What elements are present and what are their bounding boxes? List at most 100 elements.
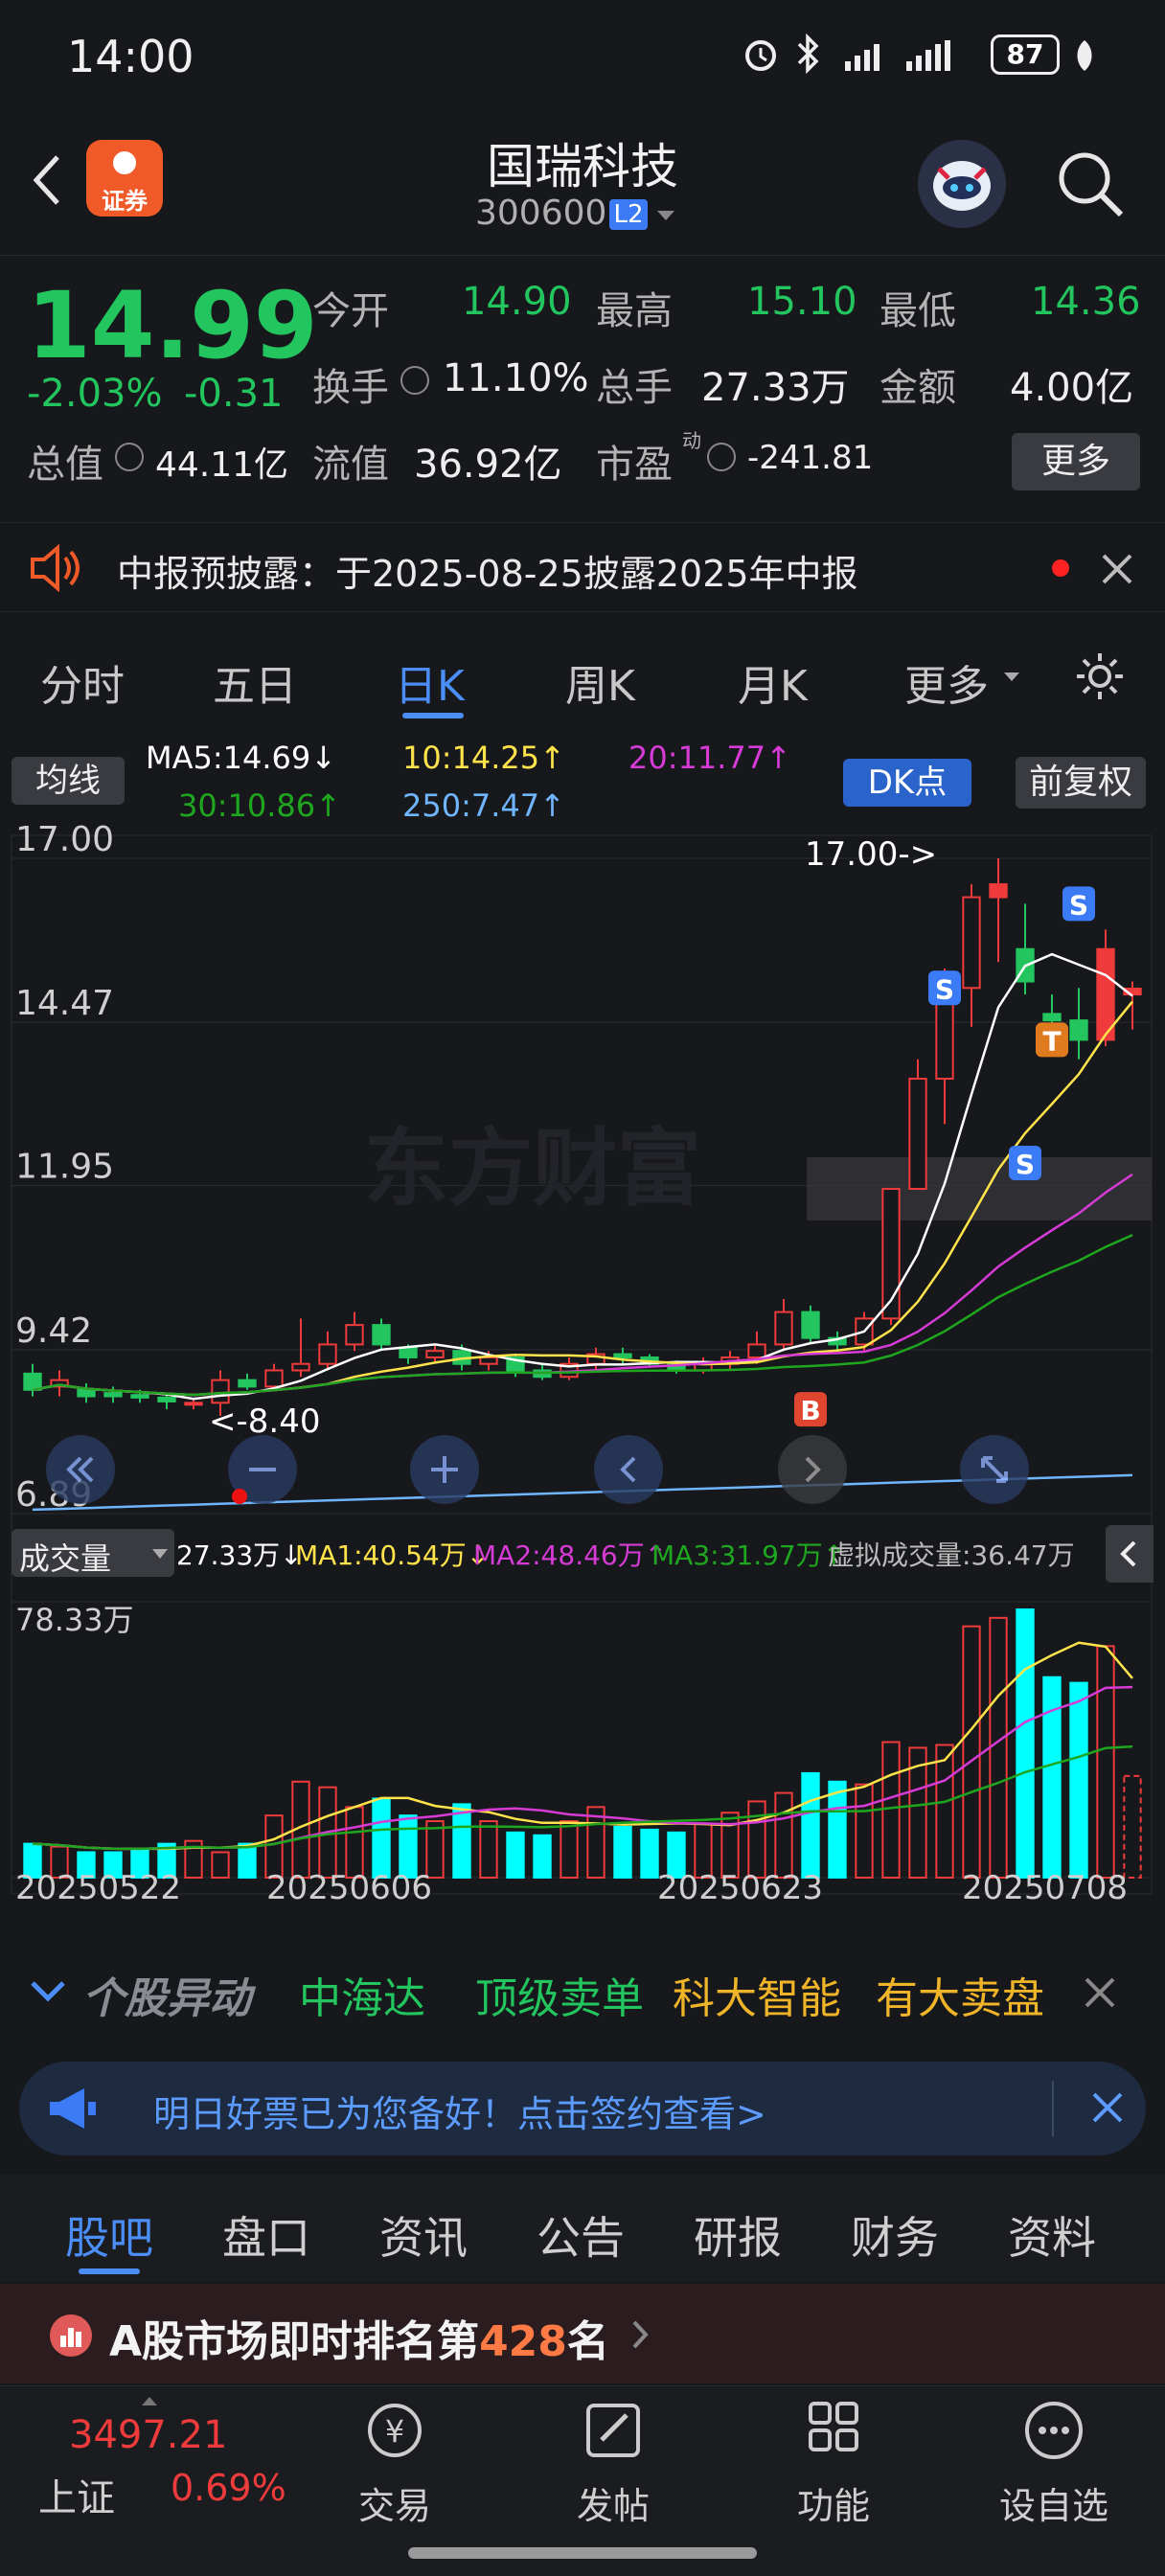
nav-add-watchlist[interactable]: 设自选 bbox=[996, 2476, 1111, 2529]
subtab-profile[interactable]: 资料 bbox=[1008, 2203, 1096, 2267]
virtual-volume-legend: 虚拟成交量:36.47万 bbox=[828, 1539, 1075, 1571]
subtab-orderbook[interactable]: 盘口 bbox=[222, 2203, 310, 2267]
low-price-annotation: <-8.40 bbox=[209, 1402, 321, 1441]
notice-bar[interactable]: 中报预披露：于2025-08-25披露2025年中报 bbox=[0, 522, 1165, 612]
more-dots-icon[interactable] bbox=[1016, 2396, 1092, 2463]
volume-bar bbox=[533, 1834, 552, 1879]
ma20-legend: 20:11.77↑ bbox=[628, 740, 791, 776]
bottom-bar: 3497.21 上证 0.69% ¥ 交易 发帖 功能 设自选 bbox=[0, 2385, 1165, 2576]
info-icon[interactable] bbox=[115, 443, 144, 471]
current-price: 14.99 bbox=[27, 272, 318, 379]
nav-post[interactable]: 发帖 bbox=[575, 2476, 651, 2529]
megaphone-icon bbox=[46, 2085, 100, 2132]
status-bar: 14:00 87 bbox=[0, 0, 1165, 113]
promo-banner[interactable]: 明日好票已为您备好！点击签约查看> bbox=[19, 2062, 1146, 2155]
tab-five-day[interactable]: 五日 bbox=[213, 651, 297, 713]
more-button[interactable]: 更多 bbox=[1012, 433, 1140, 490]
volume-bar bbox=[774, 1791, 793, 1879]
chevron-down-icon[interactable] bbox=[29, 1977, 67, 2006]
fullscreen-icon[interactable] bbox=[960, 1435, 1029, 1504]
home-indicator bbox=[408, 2547, 757, 2559]
k-line-chart[interactable]: 东方财富 17.0014.4711.959.426.89 SSSTB 20250… bbox=[0, 824, 1165, 1906]
volume-bar bbox=[881, 1741, 901, 1879]
nav-trade[interactable]: 交易 bbox=[356, 2476, 433, 2529]
subtab-forum[interactable]: 股吧 bbox=[65, 2203, 153, 2267]
candle-body bbox=[211, 1379, 230, 1404]
svg-text:¥: ¥ bbox=[385, 2413, 404, 2450]
index-change[interactable]: 0.69% bbox=[171, 2467, 286, 2509]
dropdown-icon bbox=[1002, 667, 1021, 686]
event-dot bbox=[232, 1489, 247, 1504]
volume-bar bbox=[828, 1780, 847, 1880]
volume-bar bbox=[801, 1771, 820, 1880]
subtab-news[interactable]: 资讯 bbox=[379, 2203, 468, 2267]
low-label: 最低 bbox=[879, 289, 956, 333]
volume-bar bbox=[962, 1625, 981, 1879]
collapse-panel-icon[interactable] bbox=[1106, 1525, 1154, 1583]
volume-bar bbox=[452, 1803, 471, 1879]
period-tabs: 分时 五日 日K 周K 月K 更多 bbox=[0, 613, 1165, 728]
scroll-left-icon[interactable] bbox=[594, 1435, 663, 1504]
vol-ma3-legend: MA3:31.97万↑ bbox=[651, 1539, 846, 1571]
trade-icon[interactable]: ¥ bbox=[356, 2396, 433, 2463]
search-icon[interactable] bbox=[1054, 148, 1127, 220]
functions-grid-icon[interactable] bbox=[795, 2396, 872, 2463]
nav-functions[interactable]: 功能 bbox=[795, 2476, 872, 2529]
close-icon[interactable] bbox=[1081, 1973, 1119, 2012]
volume-bar bbox=[238, 1842, 257, 1880]
index-value[interactable]: 3497.21 bbox=[69, 2413, 227, 2457]
close-icon[interactable] bbox=[1088, 2088, 1127, 2127]
subtab-finance[interactable]: 财务 bbox=[851, 2203, 939, 2267]
dk-point-button[interactable]: DK点 bbox=[843, 759, 971, 807]
open-value: 14.90 bbox=[462, 280, 572, 324]
tab-weekly-k[interactable]: 周K bbox=[565, 651, 635, 713]
signal-marker-label: B bbox=[800, 1395, 820, 1426]
candle-body bbox=[1042, 1013, 1062, 1022]
candle-body bbox=[1069, 1019, 1088, 1041]
zoom-in-icon[interactable] bbox=[410, 1435, 479, 1504]
tab-daily-k[interactable]: 日K bbox=[395, 651, 465, 713]
volume-bar bbox=[1016, 1608, 1035, 1879]
close-icon[interactable] bbox=[1098, 550, 1136, 588]
stock-movement-bar[interactable]: 个股异动 中海达 顶级卖单 科大智能 有大卖盘 bbox=[0, 1941, 1165, 2040]
tab-monthly-k[interactable]: 月K bbox=[738, 651, 808, 713]
volume-bar bbox=[747, 1800, 766, 1880]
candle-body bbox=[291, 1362, 310, 1372]
high-label: 最高 bbox=[596, 289, 673, 333]
candle-body bbox=[77, 1388, 96, 1398]
robot-avatar-icon[interactable] bbox=[918, 140, 1006, 228]
settings-gear-icon[interactable] bbox=[1073, 650, 1127, 703]
info-icon[interactable] bbox=[707, 443, 736, 471]
y-tick-label: 9.42 bbox=[15, 1311, 92, 1351]
candle-body bbox=[399, 1346, 418, 1358]
candle-body bbox=[989, 883, 1008, 899]
x-tick-label: 20250522 bbox=[15, 1869, 181, 1906]
signal-5g-icon bbox=[904, 38, 971, 73]
rank-banner[interactable]: A股市场即时排名第428名 bbox=[0, 2284, 1165, 2383]
tab-more[interactable]: 更多 bbox=[904, 651, 989, 713]
rank-icon bbox=[50, 2314, 92, 2357]
movement-item-stock-2[interactable]: 科大智能 bbox=[673, 1964, 841, 2025]
chevron-down-icon[interactable] bbox=[655, 205, 676, 226]
movement-item-event[interactable]: 顶级卖单 bbox=[475, 1964, 644, 2025]
ma-toggle-button[interactable]: 均线 bbox=[11, 757, 125, 805]
post-icon[interactable] bbox=[575, 2396, 651, 2463]
level-badge[interactable]: L2 bbox=[609, 199, 648, 230]
y-tick-label: 17.00 bbox=[15, 824, 114, 859]
ma10-legend: 10:14.25↑ bbox=[402, 740, 565, 776]
subtab-research[interactable]: 研报 bbox=[694, 2203, 782, 2267]
scroll-right-icon[interactable] bbox=[778, 1435, 847, 1504]
movement-item-stock[interactable]: 中海达 bbox=[299, 1964, 425, 2025]
promo-text: 明日好票已为您备好！点击签约查看> bbox=[153, 2093, 766, 2135]
scroll-left-fast-icon[interactable] bbox=[46, 1435, 115, 1504]
turnover-value: 11.10% bbox=[443, 356, 589, 400]
adjust-price-button[interactable]: 前复权 bbox=[1016, 757, 1146, 809]
index-name[interactable]: 上证 bbox=[38, 2467, 115, 2522]
volume-indicator-button[interactable]: 成交量 bbox=[11, 1529, 174, 1577]
volume-bar bbox=[613, 1825, 632, 1880]
movement-item-event-2[interactable]: 有大卖盘 bbox=[876, 1964, 1044, 2025]
tab-intraday[interactable]: 分时 bbox=[40, 651, 125, 713]
info-icon[interactable] bbox=[400, 366, 429, 395]
volume-bar bbox=[1123, 1774, 1142, 1879]
subtab-announcements[interactable]: 公告 bbox=[537, 2203, 625, 2267]
